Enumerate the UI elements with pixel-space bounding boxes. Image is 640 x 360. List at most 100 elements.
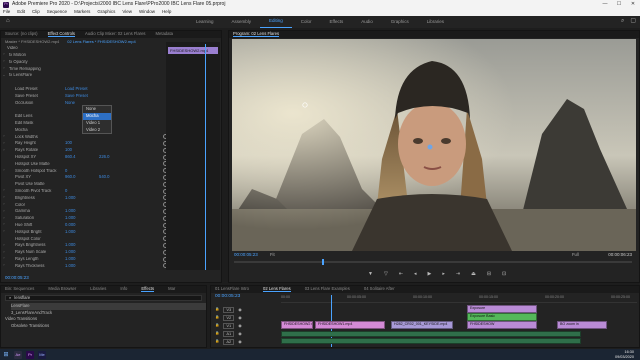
ec-property-value[interactable]: 1.000 — [65, 229, 99, 234]
track-header[interactable]: 🔒 A1 ◉ — [215, 330, 279, 338]
menu-edit[interactable]: Edit — [17, 10, 25, 15]
track-lock-icon[interactable]: 🔒 — [215, 308, 219, 312]
tab-libraries[interactable]: Libraries — [90, 287, 106, 291]
maximize-icon[interactable]: ☐ — [612, 0, 626, 9]
close-icon[interactable]: ✕ — [626, 0, 640, 9]
audio-clip[interactable] — [281, 338, 581, 344]
tab-program[interactable]: Program: 02 Lens Flares — [233, 31, 280, 38]
track-visibility-icon[interactable]: ◉ — [238, 308, 242, 312]
workspace-effects[interactable]: Effects — [321, 16, 353, 28]
search-icon[interactable]: ⌕ — [621, 18, 624, 24]
quality-dropdown[interactable]: Full — [572, 252, 579, 257]
timeline-clip[interactable]: Exposure — [467, 305, 537, 313]
track-lock-icon[interactable]: 🔒 — [215, 332, 219, 336]
ec-property-value[interactable]: Save Preset — [65, 93, 99, 98]
ec-property-value[interactable]: 1.000 — [65, 216, 99, 220]
export-frame-icon[interactable]: ⊡ — [502, 272, 506, 277]
effects-search-input[interactable]: ⌕ lensflare — [5, 295, 202, 301]
ec-property-value[interactable]: 1.000 — [65, 263, 99, 268]
workspace-editing[interactable]: Editing — [260, 16, 292, 28]
mark-in-icon[interactable]: ▼ — [368, 272, 373, 277]
program-scrubber[interactable] — [234, 259, 632, 265]
tab-sequence-04[interactable]: 04 Solitaire After — [364, 287, 395, 291]
timeline-clip[interactable]: Exposure Basic — [467, 313, 537, 321]
track-header[interactable]: 🔒 A2 ◉ — [215, 338, 279, 346]
program-playhead[interactable] — [322, 259, 324, 265]
track-visibility-icon[interactable]: ◉ — [238, 316, 242, 320]
go-to-out-icon[interactable]: ⇥ — [456, 272, 460, 277]
lift-icon[interactable]: ⏏ — [471, 272, 476, 277]
home-icon[interactable]: ⌂ — [6, 18, 13, 25]
tab-source[interactable]: Source: (no clips) — [5, 32, 38, 36]
windows-start-icon[interactable]: ⊞ — [2, 351, 10, 359]
occlusion-dropdown-menu[interactable]: None Mocha Video 1 Video 2 — [82, 105, 112, 134]
workspace-graphics[interactable]: Graphics — [382, 16, 418, 28]
track-name[interactable]: A1 — [223, 331, 235, 337]
track-lock-icon[interactable]: 🔒 — [215, 324, 219, 328]
workspace-assembly[interactable]: Assembly — [222, 16, 260, 28]
track-lock-icon[interactable]: 🔒 — [215, 340, 219, 344]
effects-folder-obsolete-transitions[interactable]: Obsolete Transitions — [11, 323, 206, 330]
dropdown-option-none[interactable]: None — [83, 106, 111, 113]
ec-property-value[interactable]: 1.000 — [65, 243, 99, 247]
ec-property-value[interactable]: 100 — [65, 148, 99, 152]
track-visibility-icon[interactable]: ◉ — [238, 332, 242, 336]
track-name[interactable]: V2 — [223, 315, 235, 321]
ec-property-value[interactable]: 960.0 — [65, 175, 99, 179]
tab-metadata[interactable]: Metadata — [156, 32, 173, 36]
ec-property-value[interactable]: 1.000 — [65, 249, 99, 254]
menu-help[interactable]: Help — [162, 10, 171, 15]
tab-audio-clip-mixer[interactable]: Audio Clip Mixer: 02 Lens Flares — [85, 32, 146, 36]
ec-property-value[interactable]: 1.000 — [65, 195, 99, 200]
menu-window[interactable]: Window — [139, 10, 155, 15]
dropdown-option-video1[interactable]: Video 1 — [83, 120, 111, 127]
go-to-in-icon[interactable]: ⇤ — [399, 272, 403, 277]
ec-property-value[interactable]: Load Preset — [65, 86, 99, 91]
track-name[interactable]: V1 — [223, 323, 235, 329]
tab-sequence-02[interactable]: 02 Lens Flares — [263, 286, 291, 293]
track-visibility-icon[interactable]: ◉ — [238, 324, 242, 328]
ec-mini-clip[interactable]: FHSIDESHOW2.mp4 — [168, 47, 218, 54]
dropdown-option-video2[interactable]: Video 2 — [83, 127, 111, 134]
ec-property-value[interactable]: 0.000 — [65, 222, 99, 227]
minimize-icon[interactable]: — — [598, 0, 612, 9]
tab-media-browser[interactable]: Media Browser — [48, 287, 76, 291]
track-header[interactable]: 🔒 V2 ◉ — [215, 314, 279, 322]
taskbar-clock[interactable]: 16:30 09/03/2020 — [615, 350, 634, 359]
track-lock-icon[interactable]: 🔒 — [215, 316, 219, 320]
mark-out-icon[interactable]: ▽ — [384, 272, 388, 277]
track-visibility-icon[interactable]: ◉ — [238, 340, 242, 344]
timeline-clip[interactable]: H282_CR02_001_KEYSIDE.mp4 — [391, 321, 453, 329]
menu-graphics[interactable]: Graphics — [97, 10, 115, 15]
ec-property-value[interactable]: 860.4 — [65, 154, 99, 159]
app-icon-premiere[interactable]: Pr — [26, 350, 34, 359]
track-name[interactable]: V3 — [223, 307, 235, 313]
track-name[interactable]: A2 — [223, 339, 235, 345]
track-header[interactable]: 🔒 V1 ◉ — [215, 322, 279, 330]
menu-view[interactable]: View — [122, 10, 132, 15]
menu-file[interactable]: File — [3, 10, 10, 15]
fit-dropdown[interactable]: Fit — [270, 252, 275, 257]
workspace-libraries[interactable]: Libraries — [418, 16, 453, 28]
program-video-frame[interactable] — [232, 39, 636, 251]
tab-effect-controls[interactable]: Effect Controls — [47, 31, 75, 38]
menu-clip[interactable]: Clip — [32, 10, 40, 15]
tab-info[interactable]: Info — [120, 287, 127, 291]
ec-mini-timeline[interactable] — [166, 42, 220, 270]
ec-property-value-2[interactable]: 540.0 — [99, 175, 109, 179]
step-back-icon[interactable]: ◂ — [414, 272, 417, 277]
track-header[interactable]: 🔒 V3 ◉ — [215, 306, 279, 314]
menu-markers[interactable]: Markers — [74, 10, 90, 15]
ec-property-value[interactable]: 100 — [65, 141, 99, 145]
menu-sequence[interactable]: Sequence — [47, 10, 67, 15]
timeline-clip[interactable]: BO zoom in — [557, 321, 607, 329]
step-forward-icon[interactable]: ▸ — [442, 272, 445, 277]
timeline-clip[interactable]: FHSIDESHOW1.mp4 — [315, 321, 385, 329]
timeline-ruler[interactable]: 00:00 00:00:05:00 00:00:10:00 00:00:15:00 00… — [281, 295, 637, 303]
audio-clip[interactable] — [281, 331, 581, 337]
tab-effects[interactable]: Effects — [141, 286, 155, 293]
ec-property-value-2[interactable]: 226.0 — [99, 154, 109, 159]
ec-master-clip[interactable]: Master * FHSIDESHOW2.mp4 — [5, 39, 59, 44]
workspace-learning[interactable]: Learning — [187, 16, 223, 28]
ec-playhead[interactable] — [205, 44, 206, 270]
